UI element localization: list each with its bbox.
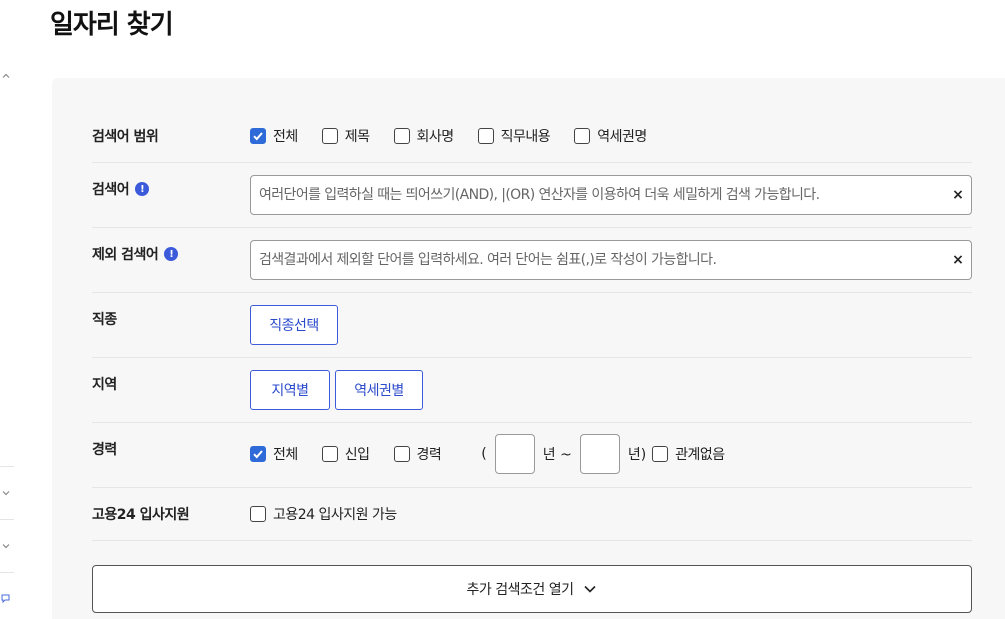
checkbox-icon <box>393 446 410 462</box>
search-scope-options: 전체 제목 회사명 직무내용 역세권명 <box>250 126 671 146</box>
chevron-down-icon[interactable] <box>0 487 12 499</box>
divider <box>0 519 14 520</box>
chevron-down-icon[interactable] <box>0 540 12 552</box>
employment24-options: 고용24 입사지원 가능 <box>250 504 421 524</box>
career-years-to-input[interactable] <box>579 434 620 474</box>
open-paren: ( <box>481 446 487 462</box>
job-type-select-button[interactable]: 직종선택 <box>250 305 338 345</box>
years-separator: 년 ~ <box>542 447 572 463</box>
checkbox-icon <box>321 128 338 144</box>
keyword-row: 검색어 ! × <box>92 163 972 228</box>
checkbox-icon <box>250 506 266 522</box>
divider <box>0 466 14 467</box>
checkbox-icon <box>477 128 494 144</box>
scope-title-checkbox[interactable]: 제목 <box>321 126 370 146</box>
search-scope-row: 검색어 범위 전체 제목 회사명 직무내용 역세권명 <box>92 110 972 163</box>
employment24-label: 고용24 입사지원 <box>92 507 190 523</box>
scope-duty-checkbox[interactable]: 직무내용 <box>477 126 551 146</box>
keyword-label: 검색어 ! <box>92 179 150 199</box>
region-by-station-button[interactable]: 역세권별 <box>335 370 423 410</box>
info-icon[interactable]: ! <box>135 182 150 196</box>
chevron-down-icon <box>584 585 597 593</box>
clear-icon[interactable]: × <box>945 247 971 273</box>
page-title: 일자리 찾기 <box>50 10 174 40</box>
scope-station-checkbox[interactable]: 역세권명 <box>574 126 647 146</box>
career-all-checkbox[interactable]: 전체 <box>250 444 298 464</box>
open-more-conditions-button[interactable]: 추가 검색조건 열기 <box>92 565 972 613</box>
employment24-row: 고용24 입사지원 고용24 입사지원 가능 <box>92 488 972 541</box>
chevron-up-icon[interactable] <box>0 70 12 82</box>
years-end: 년) <box>627 447 647 463</box>
region-label: 지역 <box>92 377 117 393</box>
exclude-input-box: × <box>250 240 972 280</box>
job-type-label: 직종 <box>92 312 117 328</box>
checkbox-icon <box>574 128 591 144</box>
career-options: 전체 신입 경력 ( 년 ~ 년) 관계없음 <box>250 434 749 474</box>
keyword-input-box: × <box>250 175 972 215</box>
career-irrelevant-checkbox[interactable]: 관계없음 <box>652 444 725 464</box>
exclude-keyword-row: 제외 검색어 ! × <box>92 228 972 293</box>
scope-all-checkbox[interactable]: 전체 <box>250 126 298 146</box>
checkbox-icon <box>652 446 669 462</box>
career-experienced-checkbox[interactable]: 경력 <box>393 444 442 464</box>
chat-icon[interactable] <box>0 592 12 604</box>
career-years-from-input[interactable] <box>494 434 535 474</box>
career-label: 경력 <box>92 442 117 458</box>
employment24-apply-checkbox[interactable]: 고용24 입사지원 가능 <box>250 504 397 524</box>
checkbox-checked-icon <box>250 446 266 462</box>
search-scope-label: 검색어 범위 <box>92 129 159 145</box>
scope-company-checkbox[interactable]: 회사명 <box>393 126 454 146</box>
checkbox-checked-icon <box>250 128 266 144</box>
career-new-checkbox[interactable]: 신입 <box>321 444 370 464</box>
exclude-keyword-input[interactable] <box>259 252 945 268</box>
info-icon[interactable]: ! <box>164 247 179 261</box>
keyword-input[interactable] <box>259 187 945 203</box>
divider <box>0 572 14 573</box>
clear-icon[interactable]: × <box>945 182 971 208</box>
job-type-row: 직종 직종선택 <box>92 293 972 358</box>
career-row: 경력 전체 신입 경력 ( 년 ~ 년) 관계없음 <box>92 423 972 488</box>
exclude-keyword-label: 제외 검색어 ! <box>92 244 179 264</box>
region-by-area-button[interactable]: 지역별 <box>250 370 330 410</box>
checkbox-icon <box>393 128 410 144</box>
region-row: 지역 지역별 역세권별 <box>92 358 972 423</box>
left-sidebar-rail <box>0 0 14 619</box>
checkbox-icon <box>321 446 338 462</box>
